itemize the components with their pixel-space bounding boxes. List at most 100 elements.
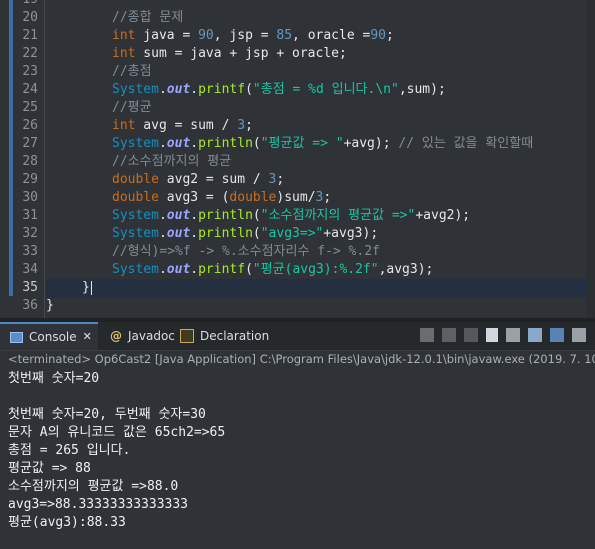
console-toolbar <box>420 328 586 344</box>
static-field: out <box>166 262 191 277</box>
static-field: out <box>166 208 191 223</box>
code-line-28: //소수점까지의 평균 <box>46 153 595 171</box>
code-text: ; <box>385 28 394 43</box>
keyword: int <box>112 118 136 133</box>
code-text: ( <box>252 208 261 223</box>
declaration-icon <box>180 329 194 343</box>
keyword: double <box>112 172 159 187</box>
method-name: println <box>198 226 253 241</box>
class-name: System <box>112 82 159 97</box>
class-name: System <box>112 226 159 241</box>
code-text: )sum/ <box>276 190 316 205</box>
console-output-line: 소수점까지의 평균값 =>88.0 <box>8 479 179 494</box>
line-number: 34 <box>22 262 38 277</box>
tab-javadoc-label: Javadoc <box>128 329 175 343</box>
close-icon[interactable]: ✕ <box>83 323 92 351</box>
code-text: ,sum); <box>398 82 446 97</box>
javadoc-icon: @ <box>110 329 122 343</box>
closing-brace: } <box>46 298 54 313</box>
text-caret <box>90 280 92 295</box>
code-text: avg = sum / <box>135 118 238 133</box>
code-line-20: //종합 문제 <box>46 9 595 27</box>
line-number: 30 <box>22 190 38 205</box>
code-text: . <box>190 262 199 277</box>
remove-launch-icon[interactable] <box>442 328 456 342</box>
scroll-lock-icon[interactable] <box>506 328 520 342</box>
console-output-line: 첫번째 숫자=20 <box>8 371 100 386</box>
editor-scrollbar[interactable] <box>587 0 595 318</box>
class-name: System <box>112 208 159 223</box>
code-line-31: System.out.println("소수점까지의 평균값 =>"+avg2)… <box>46 207 595 225</box>
tab-javadoc[interactable]: @ Javadoc <box>100 322 175 350</box>
code-text: ; <box>245 118 253 133</box>
console-output-line: 총점 = 265 입니다. <box>8 443 131 458</box>
code-text: . <box>190 226 199 241</box>
static-field: out <box>166 136 191 151</box>
console-output-line: 평균(avg3):88.33 <box>8 515 126 530</box>
keyword: double <box>229 190 277 205</box>
string-literal: "avg3=>" <box>260 226 324 241</box>
tab-declaration-label: Declaration <box>200 329 270 343</box>
console-output-line: 평균값 => 88 <box>8 461 91 476</box>
code-area[interactable]: //종합 문제 int java = 90, jsp = 85, oracle … <box>46 0 595 318</box>
code-text: java = <box>135 28 199 43</box>
code-text: ; <box>323 190 332 205</box>
console-output-line: avg3=>88.33333333333333 <box>8 497 189 512</box>
static-field: out <box>166 226 191 241</box>
line-number: 28 <box>22 154 38 169</box>
line-number: 24 <box>22 82 38 97</box>
closing-brace: } <box>82 280 90 295</box>
code-line-29: double avg2 = sum / 3; <box>46 171 595 189</box>
line-number: 32 <box>22 226 38 241</box>
bottom-panel-tabbar: Console ✕ @ Javadoc Declaration <box>0 322 595 351</box>
console-icon <box>10 331 23 343</box>
code-text: . <box>158 136 167 151</box>
code-line-26: int avg = sum / 3; <box>46 117 595 135</box>
clear-console-icon[interactable] <box>486 328 498 342</box>
number-literal: 90 <box>198 28 214 43</box>
line-number-gutter: 19 20 21 22 23 24 25 26 27 28 29 30 31 3… <box>0 0 45 318</box>
code-text: . <box>158 208 167 223</box>
terminate-icon[interactable] <box>420 328 434 342</box>
pin-console-icon[interactable] <box>550 328 564 342</box>
code-text: ( <box>252 226 261 241</box>
static-field: out <box>166 82 191 97</box>
keyword: int <box>112 28 136 43</box>
code-text: avg2 = sum / <box>158 172 269 187</box>
method-name: printf <box>198 262 246 277</box>
keyword: double <box>112 190 159 205</box>
comment: //총점 <box>112 64 152 79</box>
string-literal: "평균값 => " <box>260 136 344 151</box>
code-text: avg3 = ( <box>158 190 230 205</box>
line-number: 36 <box>22 298 38 313</box>
tab-declaration[interactable]: Declaration <box>170 322 269 350</box>
word-wrap-icon[interactable] <box>528 328 542 342</box>
method-name: printf <box>198 82 246 97</box>
code-text: . <box>190 136 199 151</box>
code-text: ( <box>245 262 253 277</box>
string-literal: "소수점까지의 평균값 =>" <box>260 208 416 223</box>
remove-all-launches-icon[interactable] <box>464 328 478 342</box>
console-output-panel[interactable]: <terminated> Op6Cast2 [Java Application]… <box>0 351 595 549</box>
line-number: 19 <box>14 0 38 9</box>
code-text: , oracle = <box>292 28 371 43</box>
string-literal: "총점 = %d 입니다.\n" <box>252 82 399 97</box>
string-literal: "평균(avg3):%.2f" <box>252 262 379 277</box>
code-text: ,avg3); <box>378 262 434 277</box>
number-literal: 85 <box>276 28 293 43</box>
code-text: +avg2); <box>415 208 471 223</box>
code-text: ( <box>245 82 253 97</box>
line-number: 23 <box>22 64 38 79</box>
code-text: +avg3); <box>323 226 379 241</box>
line-number-current: 35 <box>22 280 38 295</box>
keyword: int <box>112 46 136 61</box>
code-editor[interactable]: 19 20 21 22 23 24 25 26 27 28 29 30 31 3… <box>0 0 595 318</box>
tab-console[interactable]: Console ✕ <box>0 322 98 350</box>
comment: //형식)=>%f -> %.소수점자리수 f-> %.2f <box>112 244 380 259</box>
code-text: ( <box>252 136 261 151</box>
console-status-line: <terminated> Op6Cast2 [Java Application]… <box>8 352 595 366</box>
comment: // 있는 값을 확인할때 <box>398 136 534 151</box>
console-output-line: 문자 A의 유니코드 값은 65ch2=>65 <box>8 425 226 440</box>
display-selected-console-icon[interactable] <box>572 328 586 342</box>
line-number: 33 <box>22 244 38 259</box>
